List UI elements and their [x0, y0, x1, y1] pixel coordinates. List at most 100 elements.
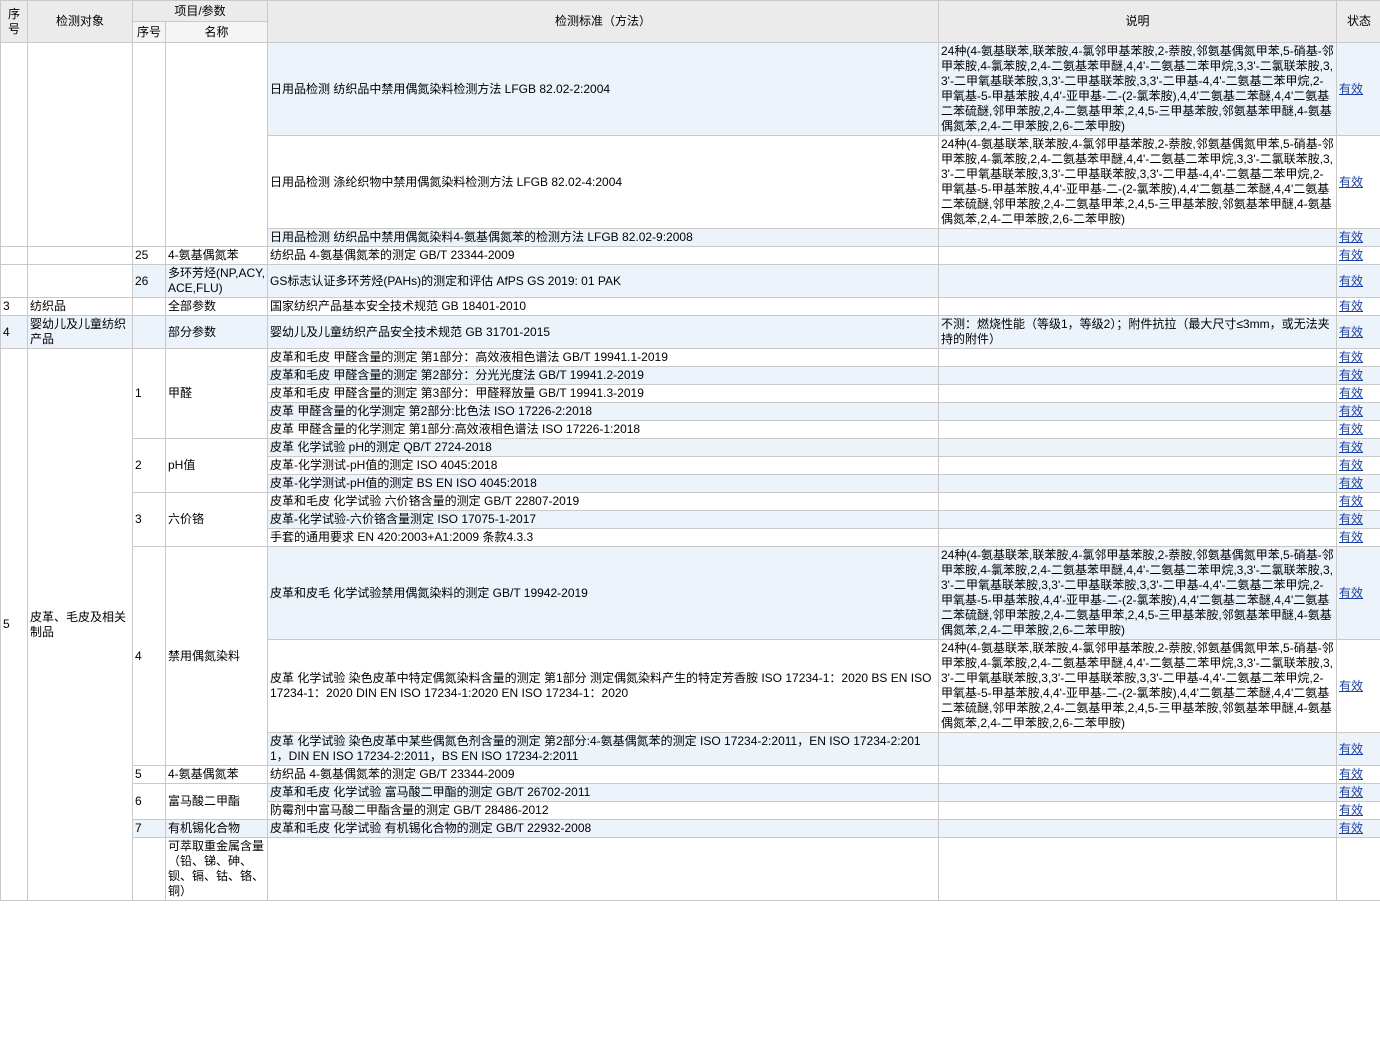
standard-cell: 皮革 化学试验 染色皮革中某些偶氮色剂含量的测定 第2部分:4-氨基偶氮苯的测定… [267, 732, 939, 766]
standard-cell: 婴幼儿及儿童纺织产品安全技术规范 GB 31701-2015 [267, 315, 939, 349]
header-status: 状态 [1336, 0, 1380, 43]
standard-cell: 纺织品 4-氨基偶氮苯的测定 GB/T 23344-2009 [267, 246, 939, 265]
status-link[interactable]: 有效 [1339, 530, 1363, 544]
status-link[interactable]: 有效 [1339, 512, 1363, 526]
note-cell [938, 528, 1337, 547]
table-row: 5 皮革、毛皮及相关制品 1 甲醛 皮革和毛皮 甲醛含量的测定 第1部分：高效液… [0, 348, 1380, 901]
note-cell: 24种(4-氨基联苯,联苯胺,4-氯邻甲基苯胺,2-萘胺,邻氨基偶氮甲苯,5-硝… [938, 42, 1337, 136]
standard-cell: 皮革和毛皮 甲醛含量的测定 第3部分：甲醛释放量 GB/T 19941.3-20… [267, 384, 939, 403]
item-no-cell: 5 [132, 765, 166, 784]
item-name-cell: 富马酸二甲酯 [165, 783, 268, 820]
status-cell: 有效 [1336, 456, 1380, 475]
status-cell: 有效 [1336, 297, 1380, 316]
note-cell [938, 456, 1337, 475]
item-name-cell: 可萃取重金属含量（铅、锑、砷、钡、镉、钴、铬、铜） [165, 837, 268, 901]
note-cell: 24种(4-氨基联苯,联苯胺,4-氯邻甲基苯胺,2-萘胺,邻氨基偶氮甲苯,5-硝… [938, 135, 1337, 229]
status-link[interactable]: 有效 [1339, 175, 1363, 189]
standard-cell: 日用品检测 纺织品中禁用偶氮染料检测方法 LFGB 82.02-2:2004 [267, 42, 939, 136]
note-cell [938, 438, 1337, 457]
note-cell [938, 402, 1337, 421]
status-cell: 有效 [1336, 801, 1380, 820]
status-link[interactable]: 有效 [1339, 785, 1363, 799]
note-cell [938, 801, 1337, 820]
object-cell: 皮革、毛皮及相关制品 [27, 348, 133, 901]
status-link[interactable]: 有效 [1339, 586, 1363, 600]
object-cell [27, 264, 133, 298]
status-link[interactable]: 有效 [1339, 803, 1363, 817]
note-cell: 24种(4-氨基联苯,联苯胺,4-氯邻甲基苯胺,2-萘胺,邻氨基偶氮甲苯,5-硝… [938, 546, 1337, 640]
item-name-cell [165, 42, 268, 247]
table-row: 4 禁用偶氮染料 皮革和皮毛 化学试验禁用偶氮染料的测定 GB/T 19942-… [1, 546, 1380, 766]
status-link[interactable]: 有效 [1339, 679, 1363, 693]
item-name-cell: 多环芳烃(NP,ACY,ACE,FLU) [165, 264, 268, 298]
status-link[interactable]: 有效 [1339, 494, 1363, 508]
status-link[interactable]: 有效 [1339, 325, 1363, 339]
status-link[interactable]: 有效 [1339, 440, 1363, 454]
status-link[interactable]: 有效 [1339, 742, 1363, 756]
status-cell: 有效 [1336, 765, 1380, 784]
status-cell: 有效 [1336, 348, 1380, 367]
item-no-cell: 26 [132, 264, 166, 298]
standard-cell: 防霉剂中富马酸二甲酯含量的测定 GB/T 28486-2012 [267, 801, 939, 820]
item-name-cell: 部分参数 [165, 315, 268, 349]
item-name-cell: 禁用偶氮染料 [165, 546, 268, 766]
item-name-cell: 甲醛 [165, 348, 268, 439]
status-link[interactable]: 有效 [1339, 82, 1363, 96]
seq-cell [0, 264, 28, 298]
seq-cell: 5 [0, 348, 28, 901]
status-cell: 有效 [1336, 783, 1380, 802]
table-row: 2 pH值 皮革 化学试验 pH的测定 QB/T 2724-2018 有效 [1, 438, 1380, 493]
status-link[interactable]: 有效 [1339, 368, 1363, 382]
standard-cell: 纺织品 4-氨基偶氮苯的测定 GB/T 23344-2009 [267, 765, 939, 784]
seq-cell [0, 42, 28, 247]
status-link[interactable]: 有效 [1339, 458, 1363, 472]
item-name-cell: 4-氨基偶氮苯 [165, 246, 268, 265]
standard-cell: 皮革和毛皮 化学试验 有机锡化合物的测定 GB/T 22932-2008 [267, 819, 939, 838]
header-item-group: 项目/参数 [132, 0, 268, 22]
standard-cell: 皮革和毛皮 甲醛含量的测定 第2部分：分光光度法 GB/T 19941.2-20… [267, 366, 939, 385]
note-cell [938, 264, 1337, 298]
note-cell [938, 819, 1337, 838]
table-row: 日用品检测 纺织品中禁用偶氮染料检测方法 LFGB 82.02-2:2004 2… [0, 42, 1380, 247]
status-link[interactable]: 有效 [1339, 248, 1363, 262]
item-name-cell: 六价铬 [165, 492, 268, 547]
standard-cell: 皮革-化学试验-六价铬含量测定 ISO 17075-1-2017 [267, 510, 939, 529]
standard-cell: 日用品检测 涤纶织物中禁用偶氮染料检测方法 LFGB 82.02-4:2004 [267, 135, 939, 229]
note-cell [938, 228, 1337, 247]
status-cell: 有效 [1336, 135, 1380, 229]
standard-cell: 手套的通用要求 EN 420:2003+A1:2009 条款4.3.3 [267, 528, 939, 547]
header-item-name: 名称 [165, 21, 268, 43]
item-no-cell [132, 837, 166, 901]
status-link[interactable]: 有效 [1339, 476, 1363, 490]
item-no-cell: 25 [132, 246, 166, 265]
status-cell: 有效 [1336, 420, 1380, 439]
note-cell [938, 474, 1337, 493]
status-cell: 有效 [1336, 474, 1380, 493]
note-cell [938, 366, 1337, 385]
status-cell: 有效 [1336, 639, 1380, 733]
item-no-cell: 2 [132, 438, 166, 493]
note-cell [938, 297, 1337, 316]
standard-cell: 皮革 甲醛含量的化学测定 第1部分:高效液相色谱法 ISO 17226-1:20… [267, 420, 939, 439]
status-link[interactable]: 有效 [1339, 386, 1363, 400]
status-link[interactable]: 有效 [1339, 767, 1363, 781]
status-cell [1336, 837, 1380, 901]
status-cell: 有效 [1336, 315, 1380, 349]
table-row: 4 婴幼儿及儿童纺织产品 部分参数 婴幼儿及儿童纺织产品安全技术规范 GB 31… [0, 315, 1380, 349]
status-cell: 有效 [1336, 732, 1380, 766]
status-link[interactable]: 有效 [1339, 821, 1363, 835]
status-link[interactable]: 有效 [1339, 230, 1363, 244]
note-cell [938, 510, 1337, 529]
status-link[interactable]: 有效 [1339, 274, 1363, 288]
status-link[interactable]: 有效 [1339, 350, 1363, 364]
standard-cell: GS标志认证多环芳烃(PAHs)的测定和评估 AfPS GS 2019: 01 … [267, 264, 939, 298]
table-row: 可萃取重金属含量（铅、锑、砷、钡、镉、钴、铬、铜） [1, 837, 1380, 901]
status-link[interactable]: 有效 [1339, 299, 1363, 313]
item-name-cell: pH值 [165, 438, 268, 493]
item-no-cell [132, 297, 166, 316]
status-link[interactable]: 有效 [1339, 404, 1363, 418]
standard-cell: 日用品检测 纺织品中禁用偶氮染料4-氨基偶氮苯的检测方法 LFGB 82.02-… [267, 228, 939, 247]
table-row: 3 纺织品 全部参数 国家纺织产品基本安全技术规范 GB 18401-2010 … [0, 297, 1380, 316]
table-row: 7 有机锡化合物 皮革和毛皮 化学试验 有机锡化合物的测定 GB/T 22932… [1, 819, 1380, 838]
status-link[interactable]: 有效 [1339, 422, 1363, 436]
